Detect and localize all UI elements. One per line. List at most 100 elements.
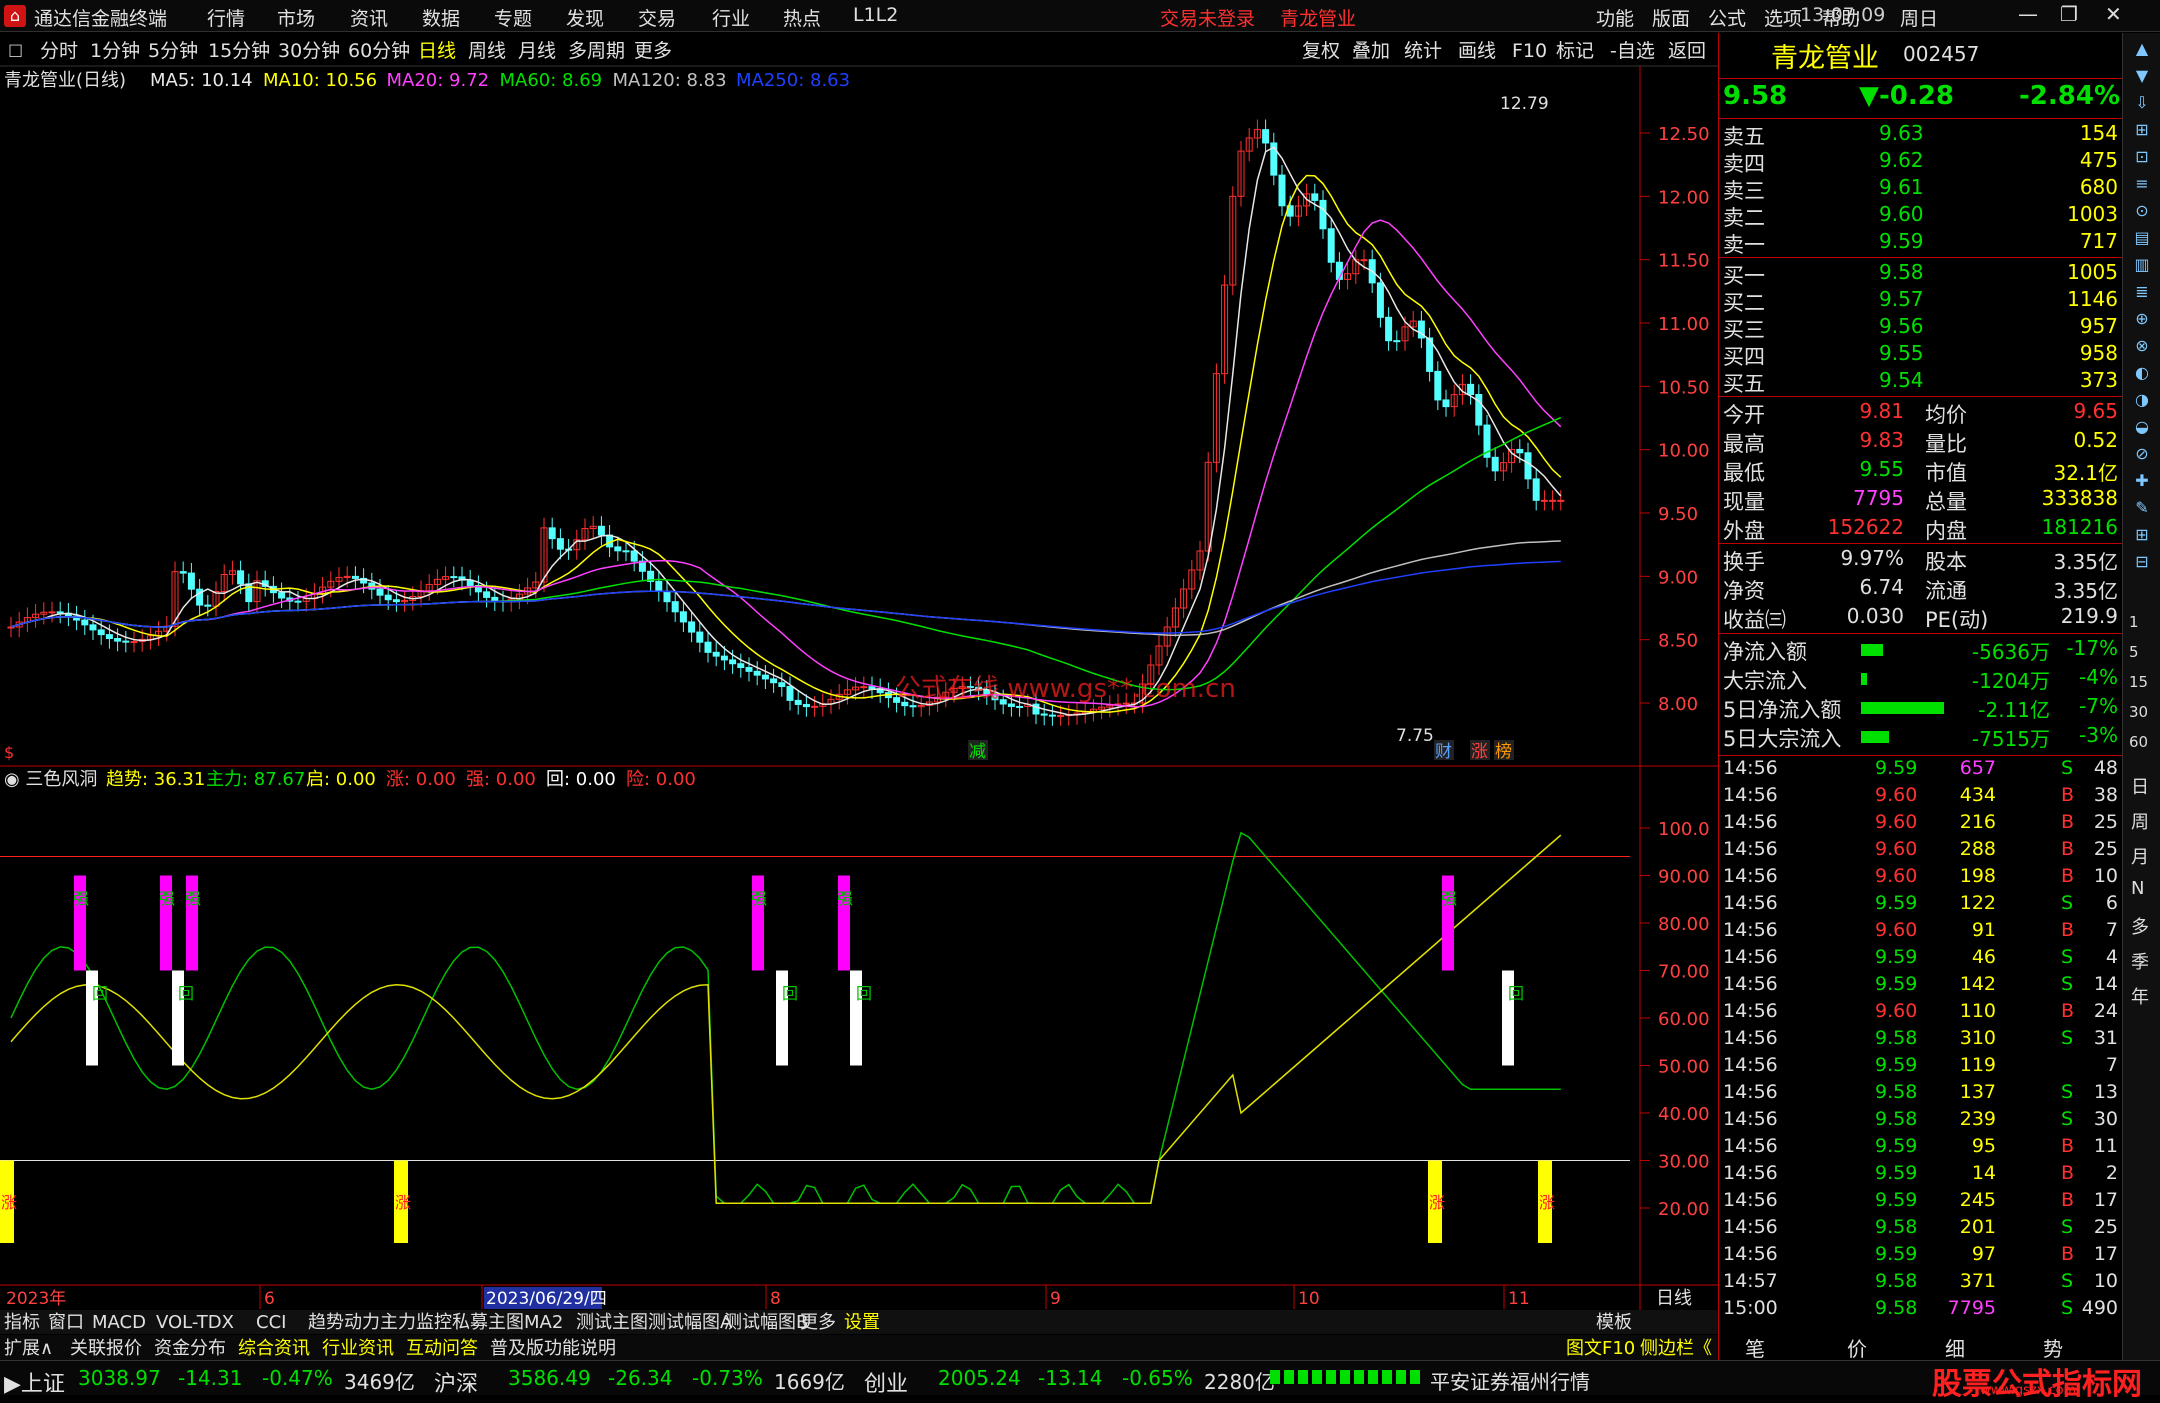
- side-cycle-0[interactable]: 日: [2131, 773, 2149, 799]
- right-menu-4[interactable]: 帮助: [1822, 4, 1860, 31]
- side-cycle-3[interactable]: N: [2131, 878, 2144, 899]
- indicator-name[interactable]: ◉ 三色风洞: [4, 769, 97, 790]
- window-icon[interactable]: ⊡: [2127, 147, 2157, 175]
- quote-tab-0[interactable]: 笔: [1745, 1333, 1765, 1362]
- menu-8[interactable]: 热点: [783, 4, 821, 31]
- side-cycle-5[interactable]: 季: [2131, 948, 2149, 974]
- menu-icon[interactable]: ≣: [2127, 282, 2157, 310]
- kline-chart[interactable]: 分时 1分钟 5分钟 15分钟 30分钟 60分钟 日线 周线 月线 多周期 更多☐ 复权 叠加 统计 画线…: [0, 33, 1718, 1360]
- tool-button-7[interactable]: 返回: [1668, 40, 1706, 62]
- period-tab-4[interactable]: 30分钟: [278, 40, 340, 62]
- template-button[interactable]: 模板: [1596, 1312, 1632, 1333]
- grid-icon[interactable]: ⊞: [2127, 120, 2157, 148]
- indicator-tab-13[interactable]: 设置: [844, 1312, 880, 1333]
- indicator-tab-8[interactable]: MA2: [524, 1312, 563, 1333]
- indicator-tab-2[interactable]: MACD: [92, 1312, 146, 1333]
- tool-button-5[interactable]: 标记: [1556, 40, 1594, 62]
- cycle-30[interactable]: 30: [2129, 703, 2148, 721]
- ext-tab-0[interactable]: 扩展∧: [4, 1338, 53, 1359]
- indicator-tab-7[interactable]: 私募主图: [452, 1312, 524, 1333]
- ext-tab-2[interactable]: 资金分布: [154, 1338, 226, 1359]
- period-tab-3[interactable]: 15分钟: [208, 40, 270, 62]
- period-tab-7[interactable]: 周线: [468, 40, 506, 62]
- login-status[interactable]: 交易未登录: [1160, 4, 1255, 31]
- quote-tab-3[interactable]: 势: [2043, 1333, 2063, 1362]
- tool-button-0[interactable]: 复权: [1302, 40, 1340, 62]
- sidebar-link[interactable]: 侧边栏《: [1640, 1338, 1712, 1359]
- indicator-tab-1[interactable]: 窗口: [48, 1312, 84, 1333]
- cycle-1[interactable]: 1: [2129, 613, 2139, 631]
- indicator-tab-12[interactable]: 更多: [800, 1312, 836, 1333]
- tool-button-3[interactable]: 画线: [1458, 40, 1496, 62]
- tool-button-4[interactable]: F10: [1512, 40, 1547, 62]
- ext-tab-1[interactable]: 关联报价: [70, 1338, 142, 1359]
- side-cycle-2[interactable]: 月: [2131, 843, 2149, 869]
- period-tab-0[interactable]: 分时: [40, 40, 78, 62]
- menu-9[interactable]: L1L2: [853, 4, 898, 26]
- period-tab-2[interactable]: 5分钟: [148, 40, 198, 62]
- indicator-tab-11[interactable]: 测试幅图B: [724, 1312, 808, 1333]
- down-icon[interactable]: ▼: [2127, 66, 2157, 94]
- tool-button-6[interactable]: -自选: [1610, 40, 1655, 62]
- menu-6[interactable]: 交易: [638, 4, 676, 31]
- event-mark-3[interactable]: 榜: [1495, 742, 1512, 762]
- quote-tab-2[interactable]: 细: [1945, 1333, 1965, 1362]
- cycle-60[interactable]: 60: [2129, 733, 2148, 751]
- indicator-tab-3[interactable]: VOL-TDX: [156, 1312, 234, 1333]
- restore-icon[interactable]: ❐: [2060, 2, 2078, 26]
- indicator-tab-10[interactable]: 测试幅图A: [648, 1312, 733, 1333]
- period-tab-1[interactable]: 1分钟: [90, 40, 140, 62]
- menu-0[interactable]: 行情: [207, 4, 245, 31]
- menu-2[interactable]: 资讯: [350, 4, 388, 31]
- indicator-tab-5[interactable]: 趋势动力: [308, 1312, 380, 1333]
- side-cycle-1[interactable]: 周: [2131, 808, 2149, 834]
- move-icon[interactable]: ✚: [2127, 471, 2157, 499]
- menu-3[interactable]: 数据: [422, 4, 460, 31]
- moon-icon[interactable]: ◑: [2127, 390, 2157, 418]
- menu-1[interactable]: 市场: [277, 4, 315, 31]
- ext-tab-4[interactable]: 行业资讯: [322, 1338, 394, 1359]
- indicator-tab-6[interactable]: 主力监控: [380, 1312, 452, 1333]
- cycle-15[interactable]: 15: [2129, 673, 2148, 691]
- period-tab-10[interactable]: 更多: [634, 40, 672, 62]
- pen-icon[interactable]: ✎: [2127, 498, 2157, 526]
- period-tab-9[interactable]: 多周期: [568, 40, 625, 62]
- period-tab-5[interactable]: 60分钟: [348, 40, 410, 62]
- period-tab-8[interactable]: 月线: [518, 40, 556, 62]
- menu-5[interactable]: 发现: [566, 4, 604, 31]
- toggle-icon[interactable]: ☐: [8, 42, 23, 62]
- cycle-5[interactable]: 5: [2129, 643, 2139, 661]
- close-icon[interactable]: ✕: [2105, 2, 2122, 26]
- remove-icon[interactable]: ⊟: [2127, 552, 2157, 580]
- ext-tab-6[interactable]: 普及版功能说明: [490, 1338, 616, 1359]
- list-icon[interactable]: ≡: [2127, 174, 2157, 202]
- right-menu-0[interactable]: 功能: [1596, 4, 1634, 31]
- f10-link[interactable]: 图文F10: [1566, 1338, 1635, 1359]
- ext-tab-3[interactable]: 综合资讯: [238, 1338, 310, 1359]
- tool-button-1[interactable]: 叠加: [1352, 40, 1390, 62]
- table-icon[interactable]: ▤: [2127, 228, 2157, 256]
- slash-icon[interactable]: ⊘: [2127, 444, 2157, 472]
- add-icon[interactable]: ⊞: [2127, 525, 2157, 553]
- column-icon[interactable]: ▥: [2127, 255, 2157, 283]
- download-icon[interactable]: ⇩: [2127, 93, 2157, 121]
- side-cycle-4[interactable]: 多: [2131, 913, 2149, 939]
- cross-icon[interactable]: ⊗: [2127, 336, 2157, 364]
- period-tab-6[interactable]: 日线: [418, 40, 456, 62]
- right-menu-2[interactable]: 公式: [1708, 4, 1746, 31]
- right-menu-1[interactable]: 版面: [1652, 4, 1690, 31]
- ext-tab-5[interactable]: 互动问答: [406, 1338, 478, 1359]
- event-mark-2[interactable]: 涨: [1471, 742, 1488, 762]
- indicator-tab-4[interactable]: CCI: [256, 1312, 286, 1333]
- half-icon[interactable]: ◐: [2127, 363, 2157, 391]
- event-mark-1[interactable]: 财: [1435, 742, 1452, 762]
- tool-button-2[interactable]: 统计: [1404, 40, 1442, 62]
- event-mark-0[interactable]: 减: [969, 742, 986, 762]
- plus-icon[interactable]: ⊕: [2127, 309, 2157, 337]
- quote-tab-1[interactable]: 价: [1847, 1333, 1867, 1362]
- menu-7[interactable]: 行业: [712, 4, 750, 31]
- minimize-icon[interactable]: —: [2018, 2, 2038, 26]
- disc-icon[interactable]: ◒: [2127, 417, 2157, 445]
- up-icon[interactable]: ▲: [2127, 39, 2157, 67]
- side-cycle-6[interactable]: 年: [2131, 983, 2149, 1009]
